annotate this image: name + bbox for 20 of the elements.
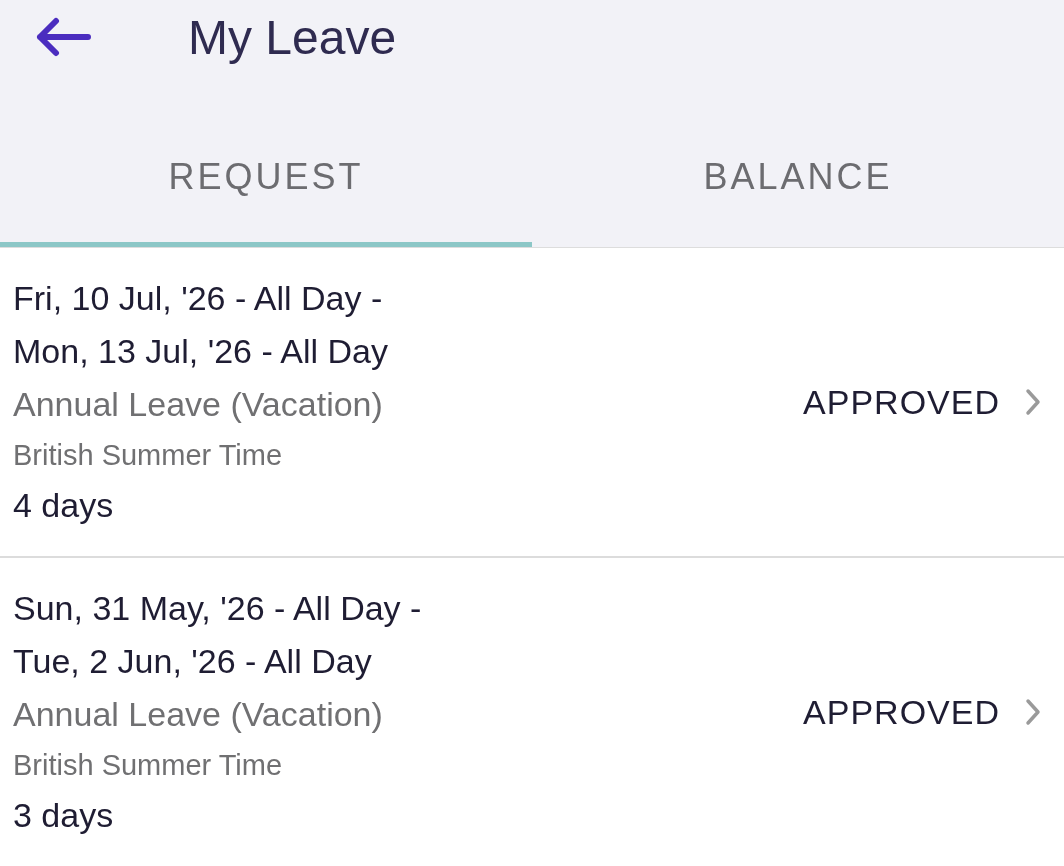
status-text: APPROVED [803,382,1000,422]
timezone-text: British Summer Time [13,438,283,473]
leave-type-text: Annual Leave (Vacation) [13,384,383,425]
date-range-text: Tue, 2 Jun, '26 - All Day [13,641,372,682]
date-range-text: Sun, 31 May, '26 - All Day - [13,588,422,629]
date-range-text: Fri, 10 Jul, '26 - All Day - [13,278,383,319]
back-arrow-icon[interactable] [34,17,92,57]
chevron-right-icon [1024,387,1042,417]
date-range-text: Mon, 13 Jul, '26 - All Day [13,331,388,372]
tab[interactable]: REQUEST [0,74,532,247]
page-title: My Leave [188,9,397,65]
duration-text: 3 days [13,795,114,836]
duration-text: 4 days [13,485,114,526]
timezone-text: British Summer Time [13,748,283,783]
chevron-right-icon [1024,697,1042,727]
leave-request-row[interactable]: Fri, 10 Jul, '26 - All Day - Mon, 13 Jul, '26 - All Day Annual Leave (Vacation) British Summer Time 4 days APPROVED [0,248,1064,558]
leave-type-text: Annual Leave (Vacation) [13,694,383,735]
tab[interactable]: BALANCE [532,74,1064,247]
status-text: APPROVED [803,692,1000,732]
leave-request-row[interactable]: Sun, 31 May, '26 - All Day - Tue, 2 Jun, '26 - All Day Annual Leave (Vacation) British Summer Time 3 days APPROVED [0,558,1064,866]
